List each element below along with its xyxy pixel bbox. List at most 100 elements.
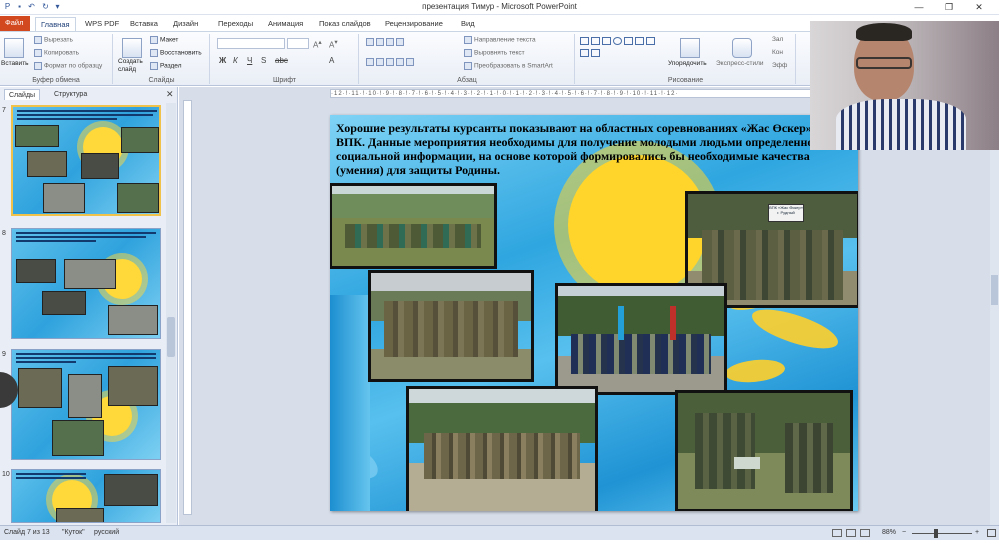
shape-effects-button[interactable]: Эфф [772,62,787,69]
drawing-group-label: Рисование [667,77,704,84]
tab-wps-pdf[interactable]: WPS PDF [80,17,124,31]
tab-slideshow[interactable]: Показ слайдов [314,17,376,31]
rectangle-shape-icon[interactable] [580,37,589,45]
zoom-in-button[interactable]: + [975,529,979,536]
tab-animation[interactable]: Анимация [263,17,308,31]
flag-kazakhstan [618,306,624,340]
grow-font-button[interactable]: A▴ [313,38,322,50]
slide-body-text[interactable]: Хорошие результаты курсанты показывают н… [336,121,852,177]
bullets-button[interactable] [366,38,406,46]
tab-view[interactable]: Вид [456,17,480,31]
slides-panel-scrollbar[interactable] [166,103,176,523]
shape-fill-button[interactable]: Зал [772,36,783,43]
arrange-icon[interactable] [680,38,700,58]
tab-file[interactable]: Файл [0,16,30,31]
zoom-slider[interactable] [912,533,972,534]
reset-button[interactable]: Восстановить [150,49,202,57]
font-size-field[interactable] [287,38,309,49]
close-button[interactable]: ✕ [965,0,993,15]
shape-outline-button[interactable]: Кон [772,49,783,56]
tab-transitions[interactable]: Переходы [213,17,258,31]
triangle-shape-icon[interactable] [635,37,644,45]
paste-icon[interactable] [4,38,24,58]
new-slide-button[interactable]: Создать слайд [118,58,148,74]
maximize-button[interactable]: ❐ [935,0,963,15]
layout-button[interactable]: Макет [150,36,178,44]
slides-group: Создать слайд Макет Восстановить Раздел … [114,34,210,84]
current-slide[interactable]: Хорошие результаты курсанты показывают н… [330,115,858,511]
align-buttons[interactable] [366,58,416,66]
smartart-button[interactable]: Преобразовать в SmartArt [464,62,553,70]
photo-cadets-certificates[interactable] [368,270,534,382]
photo-flags-lineup[interactable] [555,283,727,395]
font-name-field[interactable] [217,38,285,49]
reading-view-icon[interactable] [860,529,870,537]
shrink-font-button[interactable]: A▾ [329,38,338,50]
horizontal-ruler: ·12·!·11·!·10·!·9·!·8·!·7·!·6·!·5·!·4·!·… [330,89,860,98]
font-color-button[interactable]: A [329,56,334,65]
arrow-shape-icon[interactable] [602,37,611,45]
slide-thumbnail[interactable] [11,349,161,460]
rounded-rect-shape-icon[interactable] [624,37,633,45]
zoom-out-button[interactable]: − [902,529,906,536]
slides-panel-scroll-thumb[interactable] [167,317,175,357]
tab-design[interactable]: Дизайн [168,17,203,31]
text-line [17,110,157,112]
copy-button[interactable]: Копировать [34,49,79,57]
elbow-shape-icon[interactable] [646,37,655,45]
tab-insert[interactable]: Вставка [125,17,163,31]
fit-slide-icon[interactable] [987,529,996,537]
line-shape-icon[interactable] [591,37,600,45]
slide-thumbnail[interactable] [11,228,161,339]
underline-button[interactable]: Ч [247,56,252,65]
italic-button[interactable]: К [233,56,238,65]
strikethrough-button[interactable]: abc [275,56,288,65]
slide-sorter-icon[interactable] [846,529,856,537]
brace-shape-icon[interactable] [580,49,589,57]
photo [121,127,159,153]
close-panel-icon[interactable]: ✕ [166,89,174,100]
minimize-button[interactable]: — [905,0,933,15]
shadow-button[interactable]: S [261,56,266,65]
format-label: Формат по образцу [44,62,103,70]
star-shape-icon[interactable] [591,49,600,57]
tab-outline-panel[interactable]: Структура [50,89,91,100]
ornament [723,354,787,388]
new-slide-icon[interactable] [122,38,142,58]
arrange-button[interactable]: Упорядочить [668,60,707,67]
cut-button[interactable]: Вырезать [34,36,73,44]
text-direction-button[interactable]: Направление текста [464,36,536,44]
photo-cadets-crawling[interactable] [330,183,497,269]
shapes-gallery[interactable] [579,36,659,72]
smartart-icon [464,62,472,70]
quick-styles-button[interactable]: Экспресс-стили [716,60,764,67]
main-scroll-thumb[interactable] [991,275,998,305]
presenter-glasses [856,57,912,69]
align-text-label: Выровнять текст [474,49,525,57]
unit-sign: ВПК «Жас Өскер» г. Рудный [768,204,804,222]
normal-view-icon[interactable] [832,529,842,537]
photo-group-portrait[interactable] [406,386,598,511]
slide-thumbnail[interactable] [11,469,161,523]
quick-styles-icon[interactable] [732,38,752,58]
tab-slides-panel[interactable]: Слайды [4,89,41,100]
tab-home[interactable]: Главная [35,17,76,31]
slide-thumbnail[interactable] [11,105,161,216]
bold-button[interactable]: Ж [219,56,226,65]
zoom-level[interactable]: 88% [882,529,896,536]
paste-button[interactable]: Вставить [1,60,29,67]
language-indicator[interactable]: русский [94,529,119,536]
format-painter-button[interactable]: Формат по образцу [34,62,102,70]
zoom-slider-thumb[interactable] [934,529,938,538]
main-scrollbar[interactable] [990,87,999,525]
align-text-button[interactable]: Выровнять текст [464,49,525,57]
paragraph-group-label: Абзац [457,77,477,84]
smartart-label: Преобразовать в SmartArt [474,62,553,70]
oval-shape-icon[interactable] [613,37,622,45]
status-bar: Слайд 7 из 13 "Куток" русский 88% − + [0,525,999,540]
photo [52,420,104,456]
tab-review[interactable]: Рецензирование [380,17,448,31]
photo-field-exercise[interactable] [675,390,853,511]
text-line [16,240,96,242]
section-button[interactable]: Раздел [150,62,181,70]
